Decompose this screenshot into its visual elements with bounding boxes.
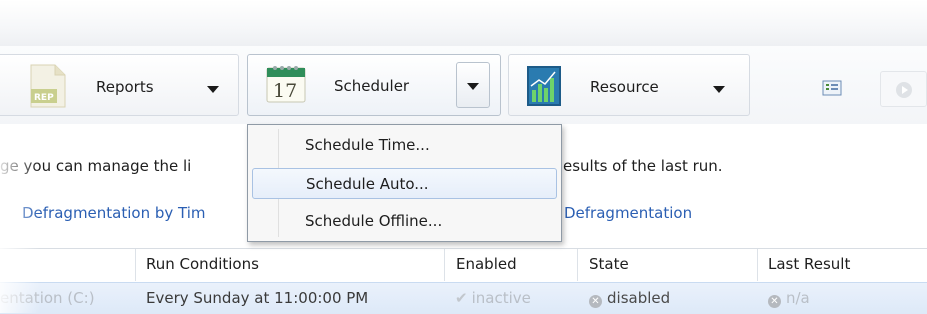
state-cell: ✕ disabled — [589, 289, 670, 308]
last-result-cell: ✕ n/a — [768, 289, 810, 308]
view-toggle-button[interactable] — [810, 71, 854, 107]
list-view-icon — [822, 80, 842, 96]
reports-button[interactable]: REP Reports — [0, 54, 239, 116]
description-text: ge you can manage the li — [0, 157, 192, 175]
play-icon — [896, 82, 912, 98]
enabled-cell: ✔ inactive — [455, 289, 531, 307]
column-separator — [757, 249, 758, 281]
chevron-down-icon[interactable] — [713, 86, 725, 93]
column-separator — [577, 249, 578, 281]
resource-label: Resource — [590, 78, 659, 96]
enabled-value: inactive — [471, 289, 531, 307]
column-header-run-conditions[interactable]: Run Conditions — [146, 255, 259, 273]
menu-item-schedule-offline[interactable]: Schedule Offline... — [252, 206, 557, 237]
menu-item-schedule-auto[interactable]: Schedule Auto... — [252, 168, 557, 199]
state-value: disabled — [607, 289, 671, 307]
column-separator — [135, 249, 136, 281]
chevron-down-icon[interactable] — [207, 86, 219, 93]
reports-label: Reports — [96, 78, 154, 96]
run-conditions-cell: Every Sunday at 11:00:00 PM — [146, 289, 369, 307]
column-header-last-result[interactable]: Last Result — [768, 255, 850, 273]
chart-icon — [527, 66, 561, 106]
column-separator — [444, 249, 445, 281]
window-top-band — [0, 0, 927, 47]
check-icon: ✔ — [455, 289, 468, 307]
na-icon: ✕ — [768, 295, 781, 308]
defrag-by-time-link[interactable]: Defragmentation by Tim — [22, 204, 206, 222]
svg-text:17: 17 — [273, 80, 297, 102]
last-result-value: n/a — [786, 289, 810, 307]
column-header-enabled[interactable]: Enabled — [456, 255, 517, 273]
task-name-cell: entation (C:) — [0, 289, 95, 307]
scheduler-dropdown-menu: Schedule Time... Schedule Auto... Schedu… — [247, 124, 562, 242]
calendar-icon: 17 — [266, 66, 306, 103]
description-text-cont: esults of the last run. — [563, 157, 723, 175]
disabled-icon: ✕ — [589, 295, 602, 308]
scheduler-dropdown-button[interactable] — [456, 62, 490, 108]
report-icon: REP — [30, 64, 66, 108]
scheduler-label: Scheduler — [334, 77, 410, 95]
defrag-link[interactable]: Defragmentation — [564, 204, 692, 222]
play-button[interactable] — [880, 71, 927, 107]
resource-button[interactable]: Resource — [508, 54, 750, 116]
svg-text:REP: REP — [34, 93, 54, 103]
menu-item-schedule-time[interactable]: Schedule Time... — [252, 130, 557, 161]
column-header-state[interactable]: State — [589, 255, 629, 273]
scheduler-button[interactable]: 17 Scheduler — [247, 54, 501, 116]
chevron-down-icon — [467, 83, 479, 90]
